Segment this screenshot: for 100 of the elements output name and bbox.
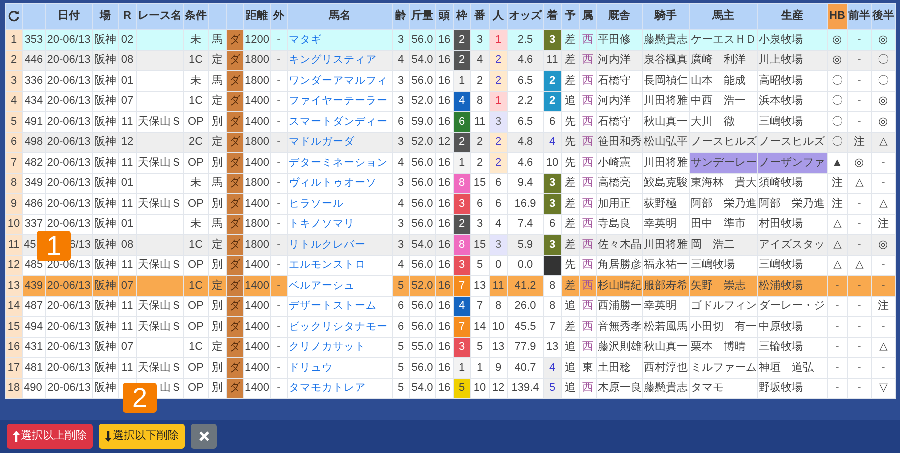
table-cell: 56.0 — [412, 198, 434, 210]
table-cell: 5 — [458, 382, 466, 394]
table-cell: 5 — [398, 280, 404, 292]
table-cell: - — [882, 259, 886, 272]
delete-below-button[interactable]: 選択以下削除 — [99, 424, 185, 449]
table-cell: - — [277, 116, 281, 128]
table-cell: 16 — [438, 95, 451, 108]
table-cell: ノースヒルズ — [759, 136, 825, 148]
table-cell: 馬 — [212, 74, 223, 87]
column-header[interactable]: 番 — [470, 4, 490, 30]
table-cell: 定 — [212, 95, 223, 108]
table-cell: 阪神 — [94, 156, 116, 169]
column-header[interactable]: 外 — [270, 4, 288, 30]
table-cell: 追 — [565, 382, 576, 394]
table-cell: 差 — [565, 54, 576, 66]
column-header[interactable]: 齢 — [392, 4, 410, 30]
column-header[interactable]: 日付 — [46, 4, 92, 30]
table-cell: 11 — [122, 116, 134, 128]
column-header[interactable]: 頭 — [436, 4, 454, 30]
table-cell: 藤懸貴志 — [644, 382, 688, 394]
column-header[interactable]: HB — [828, 4, 848, 30]
table-cell: 01 — [121, 74, 134, 87]
table-cell: 馬 — [212, 34, 223, 46]
table-cell: 56.0 — [412, 177, 434, 190]
table-cell: 6 — [10, 136, 18, 148]
table-cell: 2.2 — [518, 95, 534, 108]
column-header[interactable]: R — [118, 4, 136, 30]
column-header[interactable]: 着 — [544, 4, 562, 30]
column-header[interactable]: 厩舎 — [596, 4, 642, 30]
table-cell: 7 — [476, 300, 484, 312]
table-cell: 長岡禎仁 — [644, 74, 688, 87]
table-cell: 77.9 — [514, 341, 536, 354]
table-cell: 鮫島克駿 — [644, 177, 688, 190]
table-cell: 16 — [438, 300, 451, 312]
table-cell: 先 — [565, 156, 576, 169]
table-cell: 2 — [476, 136, 484, 148]
table-cell: 16 — [438, 320, 451, 333]
table-cell: 20-06/13 — [47, 136, 91, 148]
table-cell: - — [277, 34, 281, 46]
table-cell: 服部寿希 — [644, 280, 688, 292]
table-cell: 6 — [398, 300, 404, 312]
horse-name-link[interactable]: マタギ — [289, 34, 322, 46]
column-header[interactable]: 枠 — [454, 4, 470, 30]
table-cell: 6 — [549, 218, 556, 230]
table-cell: 9 — [10, 198, 18, 210]
column-header[interactable]: 予 — [562, 4, 580, 30]
table-cell: ダ — [230, 136, 240, 148]
column-header[interactable]: 斤量 — [410, 4, 436, 30]
table-cell: 56.0 — [412, 74, 434, 87]
table-cell: 川田将雅 — [644, 156, 688, 169]
table-cell: 1400 — [245, 382, 270, 394]
table-cell: 15 — [8, 320, 20, 333]
table-cell: - — [277, 238, 281, 251]
close-button[interactable] — [191, 424, 217, 449]
column-header[interactable]: 騎手 — [642, 4, 690, 30]
column-header[interactable]: 距離 — [244, 4, 270, 30]
column-header[interactable]: 属 — [580, 4, 596, 30]
table-cell: 秋山真一 — [644, 341, 688, 354]
table-cell: 阪神 — [94, 300, 116, 312]
table-cell: 1 — [458, 156, 466, 169]
refresh-icon[interactable] — [8, 10, 20, 22]
table-cell: 434 — [24, 95, 44, 108]
table-cell: - — [858, 238, 862, 251]
table-cell: 村田牧場 — [759, 218, 803, 230]
column-header[interactable]: 馬名 — [288, 4, 392, 30]
table-cell: 天保山Ｓ — [138, 116, 182, 128]
table-cell: 別 — [212, 116, 223, 128]
table-cell: 02 — [121, 34, 134, 46]
column-header[interactable]: 馬主 — [690, 4, 758, 30]
up-arrow-icon — [13, 431, 20, 442]
delete-above-button[interactable]: 選択以上削除 — [7, 424, 93, 449]
table-cell: 3 — [495, 116, 502, 128]
table-cell: - — [836, 341, 840, 354]
table-cell: OP — [188, 156, 204, 169]
column-header[interactable]: 人 — [490, 4, 508, 30]
table-cell: 52.0 — [412, 95, 434, 108]
column-header[interactable]: オッズ — [508, 4, 544, 30]
table-cell: 6 — [549, 116, 556, 128]
table-cell: 松若風馬 — [644, 320, 688, 333]
table-cell: - — [277, 280, 281, 292]
table-cell: - — [277, 341, 281, 354]
table-cell: 40.7 — [514, 362, 536, 374]
column-header[interactable]: レース名 — [136, 4, 184, 30]
column-header[interactable]: 生産 — [758, 4, 828, 30]
table-cell: 5 — [549, 382, 556, 394]
table-cell: 阪神 — [94, 382, 116, 394]
table-cell: - — [858, 280, 862, 292]
table-cell: △ — [880, 341, 888, 354]
table-cell: 阪神 — [94, 320, 116, 333]
column-header[interactable]: 条件 — [184, 4, 208, 30]
column-header[interactable]: 場 — [92, 4, 118, 30]
column-header[interactable]: 前半 — [848, 4, 872, 30]
table-cell: 川田将雅 — [644, 95, 688, 108]
table-cell: ◎ — [878, 95, 888, 108]
table-cell: 16 — [438, 177, 451, 190]
table-cell: - — [858, 362, 862, 374]
table-cell: ▲ — [832, 156, 843, 169]
table-cell: 431 — [24, 341, 44, 354]
column-header[interactable]: 後半 — [872, 4, 896, 30]
table-cell: 西 — [582, 136, 594, 148]
